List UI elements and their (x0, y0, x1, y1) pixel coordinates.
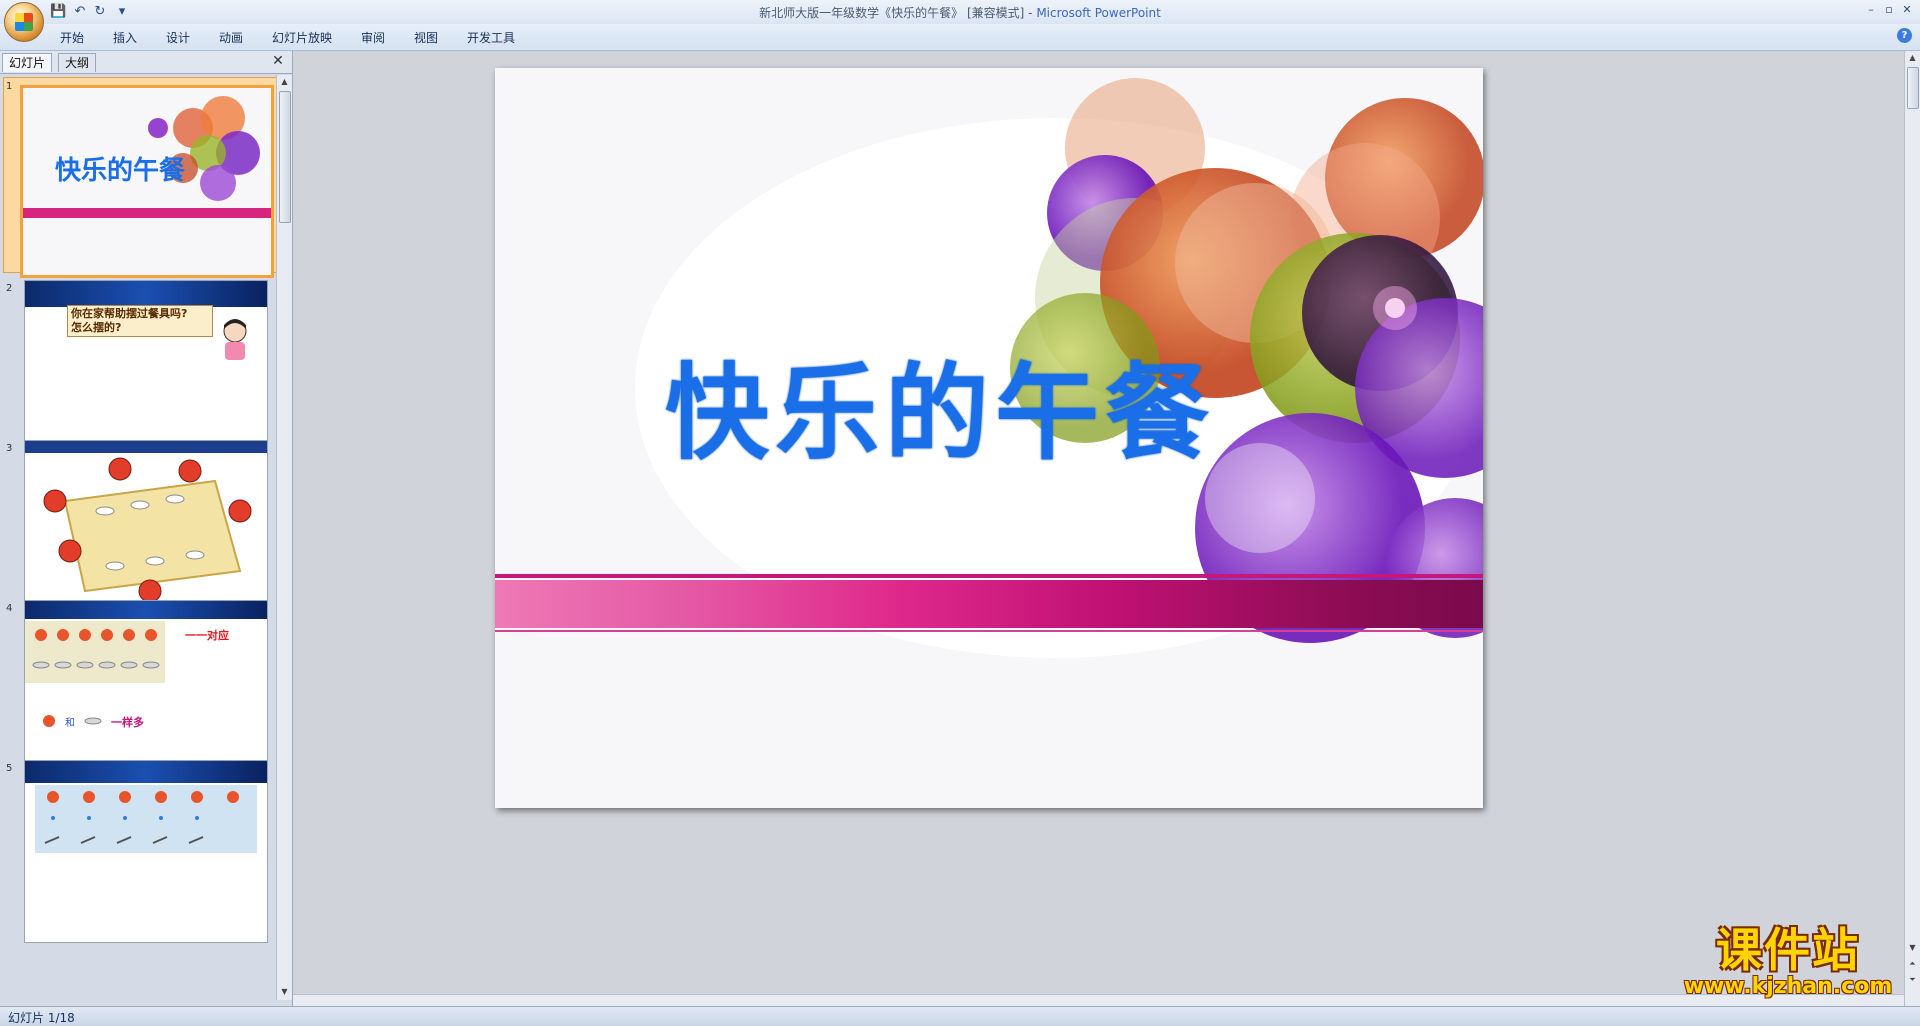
thumbnails-scrollbar[interactable]: ▲ ▼ (276, 75, 292, 1000)
slide-thumbnail-3[interactable] (24, 440, 268, 623)
watermark: 课件站 www.kjzhan.com (1672, 924, 1904, 1004)
tab-developer[interactable]: 开发工具 (467, 29, 515, 47)
maximize-icon[interactable]: ▫ (1880, 2, 1898, 18)
slide-number: 3 (6, 443, 13, 454)
slide-scrollbar[interactable]: ▲ ▼ ⏶ ⏷ (1904, 51, 1920, 1006)
thumbnail-3-art (25, 441, 267, 603)
office-logo-icon (15, 13, 33, 31)
slide-number: 2 (6, 283, 13, 294)
slide-thumbnail-5[interactable] (24, 760, 268, 943)
slide-thumbnails: 1 快乐的午餐 2 你在家帮助摆过餐具吗? 怎么摆的? 3 4 一一对应 和 一… (0, 75, 276, 1000)
window-title: 新北师大版一年级数学《快乐的午餐》 [兼容模式] - Microsoft Pow… (0, 4, 1920, 21)
tab-insert[interactable]: 插入 (113, 29, 137, 47)
decorative-band (495, 580, 1483, 628)
close-icon[interactable]: ✕ (1898, 2, 1916, 18)
office-button[interactable] (4, 2, 44, 42)
decorative-line (495, 574, 1483, 578)
girl-icon (223, 319, 247, 360)
redo-icon[interactable]: ↻ (92, 4, 108, 20)
scroll-down-icon[interactable]: ▼ (1905, 941, 1920, 955)
tab-design[interactable]: 设计 (166, 29, 190, 47)
thumbnail-4-label-a: 一一对应 (185, 629, 229, 642)
scroll-up-icon[interactable]: ▲ (277, 75, 292, 89)
thumbnail-2-question: 你在家帮助摆过餐具吗? 怎么摆的? (67, 305, 213, 337)
slide-canvas[interactable]: 快乐的午餐 (495, 68, 1483, 808)
slide-thumbnail-1[interactable]: 快乐的午餐 (20, 85, 274, 278)
slide-number: 1 (6, 81, 13, 92)
tab-slides[interactable]: 幻灯片 (2, 53, 53, 72)
tab-animations[interactable]: 动画 (219, 29, 243, 47)
thumbnail-2-header (25, 281, 267, 307)
undo-icon[interactable]: ↶ (72, 4, 88, 20)
minimize-icon[interactable]: – (1862, 2, 1880, 18)
tab-home[interactable]: 开始 (60, 29, 84, 47)
close-pane-icon[interactable]: ✕ (270, 53, 286, 69)
tab-slideshow[interactable]: 幻灯片放映 (272, 29, 332, 47)
document-title: 新北师大版一年级数学《快乐的午餐》 [兼容模式] - (759, 6, 1037, 20)
slide-thumbnail-4[interactable]: 一一对应 和 一样多 (24, 600, 268, 783)
tab-outline[interactable]: 大纲 (58, 53, 97, 72)
thumbnail-4-label-c: 一样多 (111, 716, 144, 729)
slide-counter: 幻灯片 1/18 (8, 1011, 75, 1025)
scroll-down-icon[interactable]: ▼ (277, 985, 292, 999)
save-icon[interactable]: 💾 (50, 4, 66, 20)
scroll-up-icon[interactable]: ▲ (1905, 51, 1920, 65)
thumbnail-2-line2: 怎么摆的? (71, 321, 122, 334)
watermark-url: www.kjzhan.com (1683, 974, 1893, 999)
next-slide-icon[interactable]: ⏷ (1905, 973, 1920, 987)
thumbnail-2-line1: 你在家帮助摆过餐具吗? (71, 307, 188, 320)
tab-view[interactable]: 视图 (414, 29, 438, 47)
watermark-logo-text: 课件站 (1716, 923, 1860, 977)
ribbon-tabs: 开始 插入 设计 动画 幻灯片放映 审阅 视图 开发工具 (0, 24, 1920, 51)
tab-review[interactable]: 审阅 (361, 29, 385, 47)
thumbnail-5-art (35, 785, 257, 853)
pane-tabs: 幻灯片 大纲 ✕ (0, 51, 292, 74)
slide-title[interactable]: 快乐的午餐 (665, 338, 1225, 488)
previous-slide-icon[interactable]: ⏶ (1905, 957, 1920, 971)
slides-pane: 幻灯片 大纲 ✕ 1 快乐的午餐 2 你在家帮助摆过餐具吗? 怎么摆的? 3 4… (0, 51, 293, 1006)
decorative-line (495, 630, 1483, 632)
status-bar: 幻灯片 1/18 (0, 1006, 1920, 1026)
slide-number: 5 (6, 763, 13, 774)
slide-thumbnail-2[interactable]: 你在家帮助摆过餐具吗? 怎么摆的? (24, 280, 268, 463)
slide-number: 4 (6, 603, 13, 614)
app-name: Microsoft PowerPoint (1036, 6, 1161, 20)
help-icon[interactable]: ? (1897, 28, 1912, 43)
thumbnail-1-title: 快乐的午餐 (55, 156, 186, 186)
title-bar: 新北师大版一年级数学《快乐的午餐》 [兼容模式] - Microsoft Pow… (0, 0, 1920, 25)
scroll-thumb[interactable] (1907, 67, 1919, 109)
thumbnail-4-label-b: 和 (65, 718, 75, 729)
scroll-thumb[interactable] (279, 91, 291, 223)
customize-icon[interactable]: ▾ (114, 4, 130, 20)
thumbnail-4-art (25, 621, 165, 727)
